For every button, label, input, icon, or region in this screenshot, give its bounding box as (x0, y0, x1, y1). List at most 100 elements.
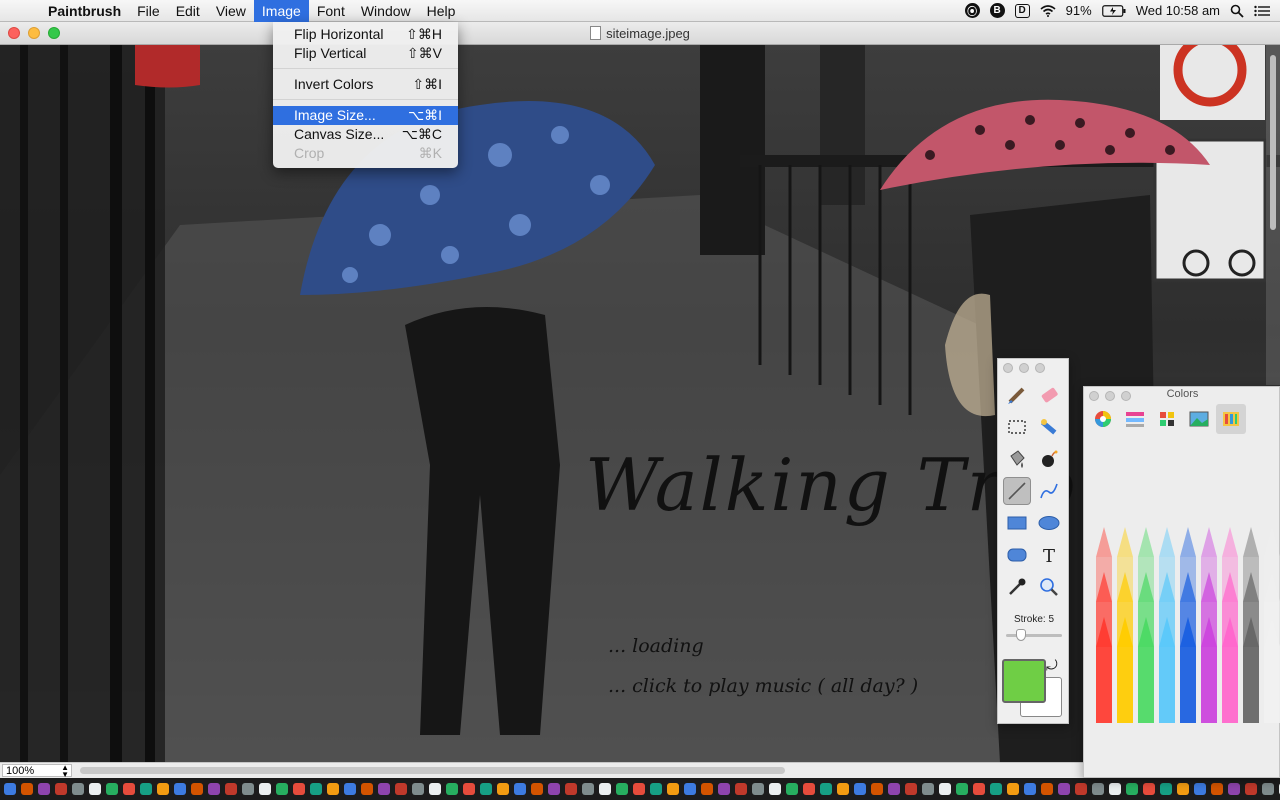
line-tool[interactable] (1003, 477, 1031, 505)
menu-edit[interactable]: Edit (168, 0, 208, 22)
dock-app-icon[interactable] (1194, 783, 1206, 795)
dock-app-icon[interactable] (276, 783, 288, 795)
dock-app-icon[interactable] (89, 783, 101, 795)
menu-item-invert-colors[interactable]: Invert Colors ⇧⌘I (273, 75, 458, 94)
ellipse-tool[interactable] (1035, 509, 1063, 537)
spray-tool[interactable] (1035, 445, 1063, 473)
menu-help[interactable]: Help (419, 0, 464, 22)
dock-app-icon[interactable] (446, 783, 458, 795)
palette-close-button[interactable] (1003, 363, 1013, 373)
clock[interactable]: Wed 10:58 am (1136, 3, 1220, 18)
dock-app-icon[interactable] (667, 783, 679, 795)
horizontal-scrollbar[interactable] (80, 767, 785, 774)
dock-app-icon[interactable] (565, 783, 577, 795)
dock-app-icon[interactable] (327, 783, 339, 795)
zoom-select[interactable]: 100% ▲ ▼ (2, 764, 72, 779)
dock-app-icon[interactable] (123, 783, 135, 795)
dock-app-icon[interactable] (106, 783, 118, 795)
color-wheel-tab[interactable] (1088, 404, 1118, 434)
dock-app-icon[interactable] (599, 783, 611, 795)
dock-app-icon[interactable] (1007, 783, 1019, 795)
selection-tool[interactable] (1003, 413, 1031, 441)
dock-app-icon[interactable] (463, 783, 475, 795)
dock-app-icon[interactable] (310, 783, 322, 795)
rectangle-tool[interactable] (1003, 509, 1031, 537)
app-menu[interactable]: Paintbrush (40, 0, 129, 22)
dock-app-icon[interactable] (191, 783, 203, 795)
battery-icon[interactable] (1101, 4, 1126, 17)
dock-app-icon[interactable] (769, 783, 781, 795)
dock-app-icon[interactable] (1177, 783, 1189, 795)
curve-tool[interactable] (1035, 477, 1063, 505)
dock-app-icon[interactable] (1143, 783, 1155, 795)
menu-font[interactable]: Font (309, 0, 353, 22)
palette-minimize-button[interactable] (1019, 363, 1029, 373)
dock-app-icon[interactable] (1109, 783, 1121, 795)
dock-app-icon[interactable] (4, 783, 16, 795)
wifi-icon[interactable] (1040, 4, 1056, 17)
dock-app-icon[interactable] (480, 783, 492, 795)
dock-app-icon[interactable] (293, 783, 305, 795)
dock-app-icon[interactable] (1126, 783, 1138, 795)
dock-app-icon[interactable] (259, 783, 271, 795)
dock-app-icon[interactable] (174, 783, 186, 795)
dock-app-icon[interactable] (242, 783, 254, 795)
dock-app-icon[interactable] (616, 783, 628, 795)
dock-app-icon[interactable] (956, 783, 968, 795)
spotlight-icon[interactable] (1230, 4, 1244, 18)
dock-app-icon[interactable] (1211, 783, 1223, 795)
dock-app-icon[interactable] (140, 783, 152, 795)
dock-app-icon[interactable] (531, 783, 543, 795)
stroke-slider-knob[interactable] (1015, 629, 1026, 641)
zoom-tool[interactable] (1035, 573, 1063, 601)
dock-app-icon[interactable] (429, 783, 441, 795)
menu-window[interactable]: Window (353, 0, 419, 22)
dock-app-icon[interactable] (735, 783, 747, 795)
brush-tool[interactable] (1003, 381, 1031, 409)
menu-item-canvas-size[interactable]: Canvas Size... ⌥⌘C (273, 125, 458, 144)
dock-app-icon[interactable] (650, 783, 662, 795)
menu-item-flip-horizontal[interactable]: Flip Horizontal ⇧⌘H (273, 25, 458, 44)
dock-app-icon[interactable] (1160, 783, 1172, 795)
dock-app-icon[interactable] (497, 783, 509, 795)
vertical-scrollbar[interactable] (1266, 45, 1280, 385)
dock-app-icon[interactable] (905, 783, 917, 795)
menu-item-image-size[interactable]: Image Size... ⌥⌘I (273, 106, 458, 125)
dock-app-icon[interactable] (1245, 783, 1257, 795)
crayon-box[interactable] (1094, 527, 1280, 723)
dock-app-icon[interactable] (718, 783, 730, 795)
image-palettes-tab[interactable] (1184, 404, 1214, 434)
stroke-slider[interactable] (1006, 634, 1062, 637)
dock-app-icon[interactable] (208, 783, 220, 795)
dock-app-icon[interactable] (922, 783, 934, 795)
crayons-tab[interactable] (1216, 404, 1246, 434)
paint-bucket-tool[interactable] (1003, 445, 1031, 473)
alfred-icon[interactable]: ⦿ (964, 3, 980, 18)
dock-app-icon[interactable] (344, 783, 356, 795)
dock-app-icon[interactable] (1262, 783, 1274, 795)
dock-app-icon[interactable] (1075, 783, 1087, 795)
dock-app-icon[interactable] (1058, 783, 1070, 795)
menu-image[interactable]: Image (253, 0, 309, 22)
dock-app-icon[interactable] (684, 783, 696, 795)
menu-view[interactable]: View (208, 0, 254, 22)
eyedropper-tool[interactable] (1003, 573, 1031, 601)
menu-item-flip-vertical[interactable]: Flip Vertical ⇧⌘V (273, 44, 458, 63)
dock-app-icon[interactable] (1041, 783, 1053, 795)
dock-app-icon[interactable] (888, 783, 900, 795)
dock-app-icon[interactable] (973, 783, 985, 795)
dock-app-icon[interactable] (854, 783, 866, 795)
dock-app-icon[interactable] (1024, 783, 1036, 795)
dock-app-icon[interactable] (225, 783, 237, 795)
color-sliders-tab[interactable] (1120, 404, 1150, 434)
notification-center-icon[interactable] (1254, 5, 1270, 17)
dock-app-icon[interactable] (837, 783, 849, 795)
dock-app-icon[interactable] (157, 783, 169, 795)
rounded-rect-tool[interactable] (1003, 541, 1031, 569)
eraser-tool[interactable] (1035, 381, 1063, 409)
dock-app-icon[interactable] (701, 783, 713, 795)
text-tool[interactable]: T (1035, 541, 1063, 569)
palette-zoom-button[interactable] (1035, 363, 1045, 373)
dock-app-icon[interactable] (990, 783, 1002, 795)
dock-app-icon[interactable] (514, 783, 526, 795)
